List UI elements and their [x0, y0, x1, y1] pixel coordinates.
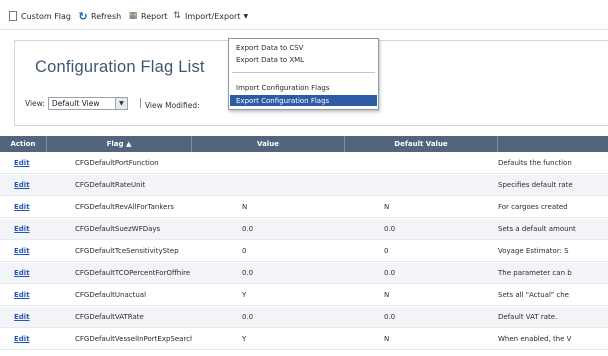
table-row: Edit CFGDefaultTCOPercentForOffhire 0.0 0.0…: [0, 263, 608, 284]
description-cell: For cargoes created: [498, 203, 568, 211]
default-value-cell: N: [384, 203, 390, 211]
description-cell: Specifies default rate: [498, 181, 573, 189]
table-row: Edit CFGDefaultVesselInPortExpSearch Y N Whe…: [0, 329, 608, 350]
description-cell: Sets a default amount: [498, 225, 576, 233]
report-label: Report: [141, 11, 168, 21]
default-value-cell: 0.0: [384, 225, 396, 233]
refresh-icon: ↻: [78, 9, 88, 23]
column-header-action[interactable]: Action: [0, 136, 47, 152]
column-header-flag[interactable]: Flag ▲: [47, 136, 192, 152]
custom-flag-label: Custom Flag: [21, 11, 71, 21]
table-row: Edit CFGDefaultPortFunction Defaults the f…: [0, 153, 608, 174]
default-value-cell: 0.0: [384, 269, 396, 277]
custom-flag-button[interactable]: Custom Flag: [8, 9, 71, 23]
menu-item-export-csv[interactable]: Export Data to CSV: [230, 42, 377, 53]
value-cell: Y: [242, 335, 247, 343]
description-cell: Voyage Estimator: S: [498, 247, 569, 255]
view-modified-label: View Modified:: [139, 97, 200, 110]
edit-link[interactable]: Edit: [14, 335, 30, 343]
menu-item-export-xml[interactable]: Export Data to XML: [230, 54, 377, 65]
flag-cell: CFGDefaultUnactual: [75, 291, 147, 299]
report-button[interactable]: ▦ Report: [128, 9, 168, 23]
column-header-default-value[interactable]: Default Value: [345, 136, 498, 152]
value-cell: 0.0: [242, 269, 254, 277]
page-title: Configuration Flag List: [35, 58, 205, 76]
description-cell: Default VAT rate.: [498, 313, 558, 321]
table-row: Edit CFGDefaultVATRate 0.0 0.0 Default VAT r…: [0, 307, 608, 328]
table-row: Edit CFGDefaultRevAllForTankers N N For carg…: [0, 197, 608, 218]
value-cell: 0: [242, 247, 247, 255]
report-icon: ▦: [128, 11, 138, 21]
refresh-button[interactable]: ↻ Refresh: [78, 9, 121, 23]
view-select[interactable]: Default View ▼: [47, 97, 128, 110]
edit-link[interactable]: Edit: [14, 203, 30, 211]
import-export-menu: Export Data to CSV Export Data to XML Im…: [228, 38, 379, 110]
value-cell: 0.0: [242, 225, 254, 233]
flag-cell: CFGDefaultTceSensitivityStep: [75, 247, 179, 255]
default-value-cell: N: [384, 335, 390, 343]
flag-cell: CFGDefaultTCOPercentForOffhire: [75, 269, 191, 277]
import-export-label: Import/Export: [185, 11, 241, 21]
edit-link[interactable]: Edit: [14, 247, 30, 255]
column-header-value[interactable]: Value: [192, 136, 345, 152]
table-row: Edit CFGDefaultRateUnit Specifies default …: [0, 175, 608, 196]
view-label: View:: [25, 99, 45, 108]
table-row: Edit CFGDefaultSuezWFDays 0.0 0.0 Sets a def…: [0, 219, 608, 240]
chevron-down-icon[interactable]: ▼: [114, 98, 127, 109]
menu-divider: [232, 72, 375, 73]
description-cell: Sets all "Actual" che: [498, 291, 569, 299]
value-cell: Y: [242, 291, 247, 299]
edit-link[interactable]: Edit: [14, 181, 30, 189]
refresh-label: Refresh: [91, 11, 122, 21]
dropdown-arrow-icon: ▼: [243, 12, 249, 20]
default-value-cell: 0: [384, 247, 389, 255]
table-row: Edit CFGDefaultTceSensitivityStep 0 0 Voyage…: [0, 241, 608, 262]
custom-flag-icon: [8, 11, 18, 22]
edit-link[interactable]: Edit: [14, 159, 30, 167]
import-export-icon: ⇅: [173, 11, 181, 21]
import-export-button[interactable]: ⇅ Import/Export ▼: [172, 9, 248, 23]
description-cell: When enabled, the V: [498, 335, 572, 343]
value-cell: N: [242, 203, 248, 211]
menu-item-import-flags[interactable]: Import Configuration Flags: [230, 82, 377, 93]
view-select-value: Default View: [51, 99, 100, 108]
table-row: Edit CFGDefaultUnactual Y N Sets all "Actual…: [0, 285, 608, 306]
default-value-cell: N: [384, 291, 390, 299]
menu-item-export-flags[interactable]: Export Configuration Flags: [230, 95, 377, 106]
flag-cell: CFGDefaultSuezWFDays: [75, 225, 161, 233]
column-header-description[interactable]: [498, 136, 608, 152]
grid-header: Action Flag ▲ Value Default Value: [0, 136, 608, 152]
flag-cell: CFGDefaultVesselInPortExpSearch: [75, 335, 192, 343]
view-row: View: Default View ▼ View Modified:: [25, 97, 200, 110]
edit-link[interactable]: Edit: [14, 269, 30, 277]
flag-cell: CFGDefaultVATRate: [75, 313, 144, 321]
flag-cell: CFGDefaultPortFunction: [75, 159, 159, 167]
description-cell: The parameter can b: [498, 269, 572, 277]
edit-link[interactable]: Edit: [14, 225, 30, 233]
flag-cell: CFGDefaultRateUnit: [75, 181, 146, 189]
default-value-cell: 0.0: [384, 313, 396, 321]
edit-link[interactable]: Edit: [14, 313, 30, 321]
edit-link[interactable]: Edit: [14, 291, 30, 299]
flag-cell: CFGDefaultRevAllForTankers: [75, 203, 175, 211]
value-cell: 0.0: [242, 313, 254, 321]
description-cell: Defaults the function: [498, 159, 572, 167]
toolbar: Custom Flag ↻ Refresh ▦ Report ⇅ Import/…: [0, 0, 608, 30]
